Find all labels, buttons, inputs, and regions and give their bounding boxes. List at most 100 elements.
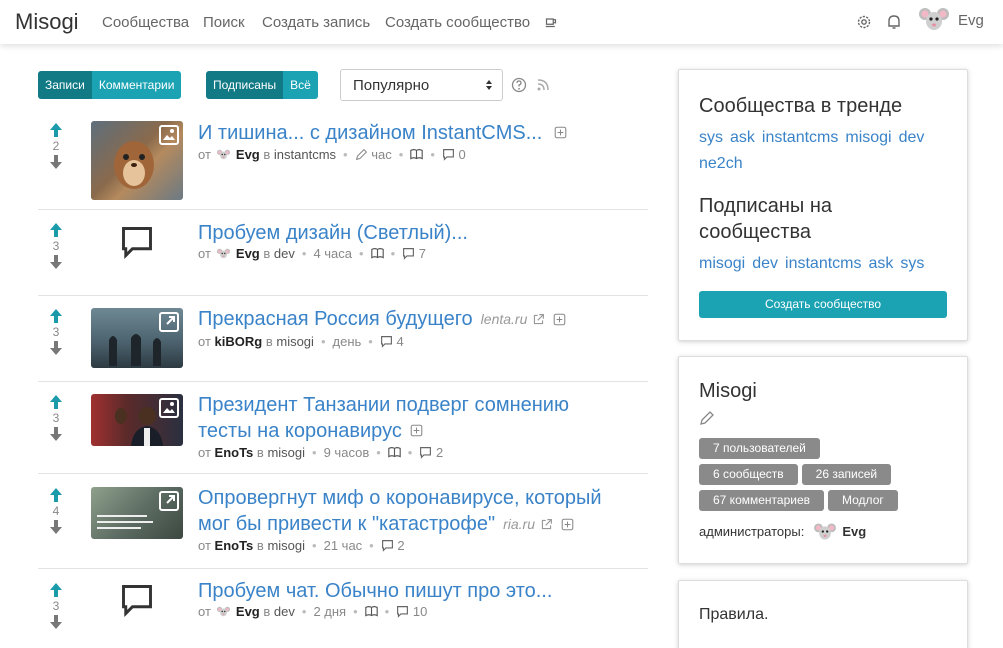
expand-icon[interactable] — [554, 126, 567, 139]
modlog-badge[interactable]: Модлог — [828, 490, 898, 511]
author-name[interactable]: EnoTs — [215, 445, 254, 460]
upvote-icon[interactable] — [48, 122, 64, 138]
post-title-link[interactable]: И тишина... с дизайном InstantCMS... — [198, 122, 542, 144]
post-title-line-2[interactable]: мог бы привести к "катастрофе" — [198, 511, 495, 537]
create-community-button[interactable]: Создать сообщество — [699, 291, 947, 318]
comments-badge[interactable]: 67 комментариев — [699, 490, 825, 511]
community-link[interactable]: misogi — [267, 445, 305, 460]
nav-search[interactable]: Поиск — [203, 14, 245, 31]
comment-count[interactable]: 2 — [397, 538, 404, 553]
trending-community-link[interactable]: misogi — [845, 129, 891, 146]
bell-icon[interactable] — [886, 14, 902, 30]
rss-icon[interactable] — [537, 79, 549, 91]
author-name[interactable]: Evg — [236, 147, 260, 162]
subscribed-community-link[interactable]: misogi — [699, 255, 745, 272]
read-icon[interactable] — [410, 148, 423, 161]
comment-count[interactable]: 7 — [419, 246, 426, 261]
author-avatar[interactable] — [217, 148, 230, 161]
post-title-line-1[interactable]: Президент Танзании подверг сомнению — [198, 392, 569, 418]
expand-icon[interactable] — [410, 424, 423, 437]
trending-community-link[interactable]: instantcms — [762, 129, 838, 146]
comment-count[interactable]: 10 — [413, 604, 427, 619]
downvote-icon[interactable] — [48, 614, 64, 630]
comment-count[interactable]: 2 — [436, 445, 443, 460]
coffee-icon[interactable] — [545, 16, 557, 28]
admin-avatar[interactable] — [814, 522, 836, 541]
expand-icon[interactable] — [561, 518, 574, 531]
gear-icon[interactable] — [856, 14, 872, 30]
comment-count[interactable]: 0 — [459, 147, 466, 162]
comments-icon[interactable] — [442, 148, 455, 161]
upvote-icon[interactable] — [48, 582, 64, 598]
community-link[interactable]: dev — [274, 604, 295, 619]
admin-name[interactable]: Evg — [842, 524, 866, 539]
downvote-icon[interactable] — [48, 519, 64, 535]
post-title-link[interactable]: Прекрасная Россия будущего — [198, 306, 473, 332]
subscribed-community-link[interactable]: dev — [752, 255, 778, 272]
user-name[interactable]: Evg — [958, 12, 984, 29]
read-icon[interactable] — [388, 446, 401, 459]
external-link-icon[interactable] — [540, 518, 553, 531]
filter-all[interactable]: Всё — [283, 71, 318, 99]
post-thumbnail[interactable] — [91, 121, 183, 200]
comments-icon[interactable] — [402, 247, 415, 260]
upvote-icon[interactable] — [48, 394, 64, 410]
posts-badge[interactable]: 26 записей — [801, 464, 892, 485]
users-badge[interactable]: 7 пользователей — [699, 438, 820, 459]
post-title-link[interactable]: Пробуем дизайн (Светлый)... — [198, 222, 468, 244]
trending-community-link[interactable]: ne2ch — [699, 155, 743, 172]
upvote-icon[interactable] — [48, 308, 64, 324]
read-icon[interactable] — [371, 247, 384, 260]
trending-community-link[interactable]: sys — [699, 129, 723, 146]
community-link[interactable]: misogi — [276, 334, 314, 349]
author-avatar[interactable] — [217, 247, 230, 260]
post-thumbnail[interactable] — [91, 308, 183, 368]
sort-select[interactable]: Популярно — [340, 69, 503, 101]
subscribed-community-link[interactable]: instantcms — [785, 255, 861, 272]
upvote-icon[interactable] — [48, 487, 64, 503]
subscribed-community-link[interactable]: ask — [869, 255, 894, 272]
trending-community-link[interactable]: dev — [899, 129, 925, 146]
source-domain[interactable]: ria.ru — [503, 511, 535, 537]
author-name[interactable]: Evg — [236, 246, 260, 261]
comments-icon[interactable] — [419, 446, 432, 459]
nav-create-post[interactable]: Создать запись — [262, 14, 370, 31]
post-title-link[interactable]: Пробуем чат. Обычно пишут про это... — [198, 580, 552, 602]
author-name[interactable]: kiBORg — [215, 334, 263, 349]
post-thumbnail[interactable] — [91, 394, 183, 446]
comments-icon[interactable] — [396, 605, 409, 618]
user-avatar[interactable] — [919, 6, 949, 32]
comments-icon[interactable] — [381, 539, 394, 552]
edit-site-icon[interactable] — [699, 410, 715, 426]
post-title-line-1[interactable]: Опровергнут миф о коронавирусе, который — [198, 485, 602, 511]
help-icon[interactable] — [511, 77, 527, 93]
subscribed-community-link[interactable]: sys — [900, 255, 924, 272]
filter-subscribed[interactable]: Подписаны — [206, 71, 284, 99]
upvote-icon[interactable] — [48, 222, 64, 238]
community-link[interactable]: instantcms — [274, 147, 336, 162]
nav-create-community[interactable]: Создать сообщество — [385, 14, 530, 31]
post-title-line-2[interactable]: тесты на коронавирус — [198, 420, 402, 442]
read-icon[interactable] — [365, 605, 378, 618]
communities-badge[interactable]: 6 сообществ — [699, 464, 798, 485]
nav-communities[interactable]: Сообщества — [102, 14, 189, 31]
post-thumbnail[interactable] — [91, 487, 183, 539]
site-logo[interactable]: Misogi — [15, 9, 79, 35]
comment-count[interactable]: 4 — [396, 334, 403, 349]
author-name[interactable]: Evg — [236, 604, 260, 619]
downvote-icon[interactable] — [48, 154, 64, 170]
tab-posts[interactable]: Записи — [38, 71, 92, 99]
downvote-icon[interactable] — [48, 426, 64, 442]
author-name[interactable]: EnoTs — [215, 538, 254, 553]
author-avatar[interactable] — [217, 605, 230, 618]
community-link[interactable]: dev — [274, 246, 295, 261]
downvote-icon[interactable] — [48, 254, 64, 270]
source-domain[interactable]: lenta.ru — [481, 306, 528, 332]
external-link-icon[interactable] — [532, 313, 545, 326]
downvote-icon[interactable] — [48, 340, 64, 356]
community-link[interactable]: misogi — [267, 538, 305, 553]
tab-comments[interactable]: Комментарии — [91, 71, 182, 99]
comments-icon[interactable] — [380, 335, 393, 348]
expand-icon[interactable] — [553, 313, 566, 326]
trending-community-link[interactable]: ask — [730, 129, 755, 146]
